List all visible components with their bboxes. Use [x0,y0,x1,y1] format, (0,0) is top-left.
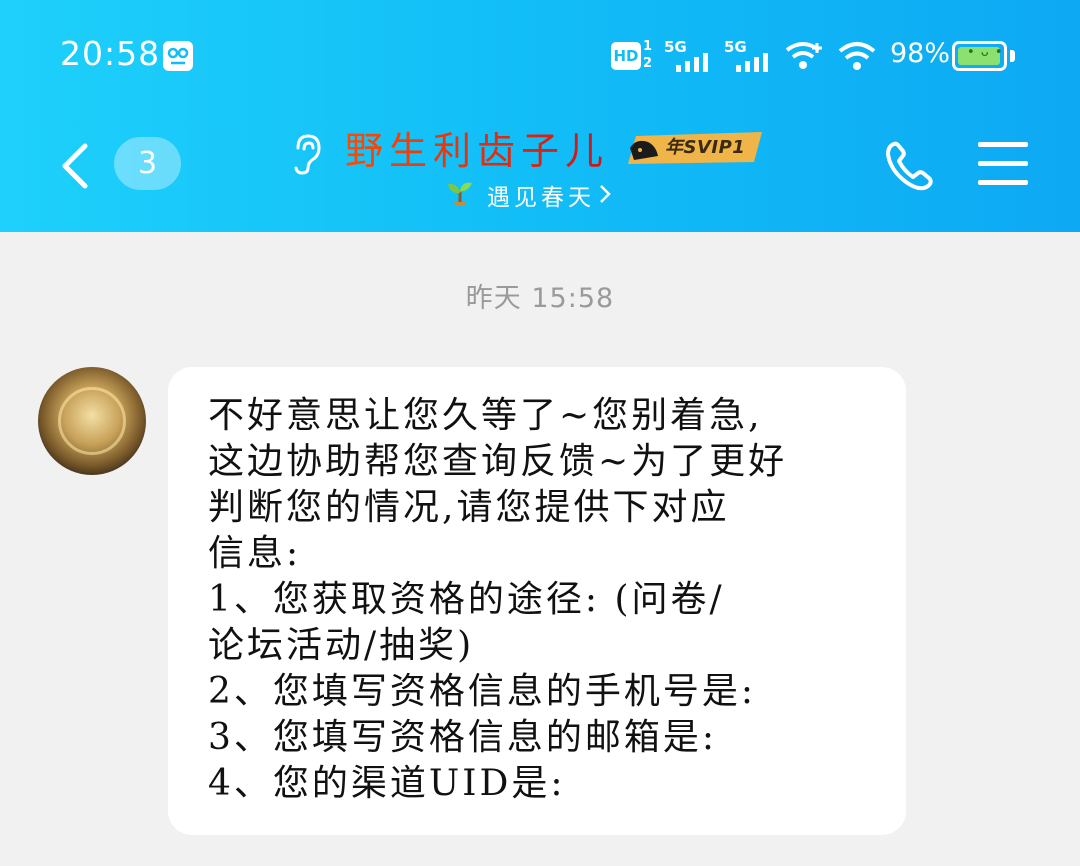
chat-status-subtitle[interactable]: 遇见春天 [487,178,595,212]
battery-tip [1010,50,1015,62]
back-icon [62,143,88,189]
sprout-icon [448,182,472,206]
hd-sim-numbers: 1 2 [643,39,653,71]
chat-header: 20:58 HD 1 2 5G 5G 98% • ᴗ • 3 野生利齿子儿 年S… [0,0,1080,232]
status-bar: 20:58 HD 1 2 5G 5G 98% • ᴗ • [0,0,1080,110]
battery-percent: 98% [890,38,951,69]
ear-icon[interactable] [288,132,326,176]
chevron-right-icon [600,185,611,203]
avatar[interactable] [38,367,146,475]
message-line: 不好意思让您久等了~您别着急, [208,395,763,436]
message-line: 4、您的渠道UID是: [208,763,566,804]
chat-title[interactable]: 野生利齿子儿 [345,120,609,175]
menu-button[interactable] [978,142,1028,186]
back-button[interactable] [55,138,95,194]
message-line: 信息: [208,533,302,574]
message-line: 判断您的情况,请您提供下对应 [208,487,730,528]
phone-call-button[interactable] [882,138,936,194]
wifi-plus-icon [785,40,825,76]
message-timestamp: 昨天 15:58 [465,283,615,314]
avatar-emblem [58,387,126,455]
message-line: 2、您填写资格信息的手机号是: [208,671,757,712]
message-line: 3、您填写资格信息的邮箱是: [208,717,718,758]
message-line: 这边协助帮您查询反馈~为了更好 [208,441,788,482]
unread-count-badge[interactable]: 3 [114,137,181,190]
menu-icon [978,142,1028,147]
status-time: 20:58 [60,34,161,73]
battery-icon: • ᴗ • [952,41,1007,71]
battery-face: • ᴗ • [967,45,1004,60]
message-line: 论坛活动/抽奖) [208,625,475,666]
vip-badge-label: 年SVIP1 [665,137,746,158]
chat-nav-bar: 3 野生利齿子儿 年SVIP1 遇见春天 [0,110,1080,232]
wifi-icon [838,40,876,76]
hd-voice-icon: HD [611,42,641,70]
phone-icon [886,141,933,191]
screen-record-icon [163,41,193,71]
message-line: 1、您获取资格的途径: (问卷/ [208,579,725,620]
message-bubble[interactable]: 不好意思让您久等了~您别着急, 这边协助帮您查询反馈~为了更好 判断您的情况,请… [168,367,906,835]
